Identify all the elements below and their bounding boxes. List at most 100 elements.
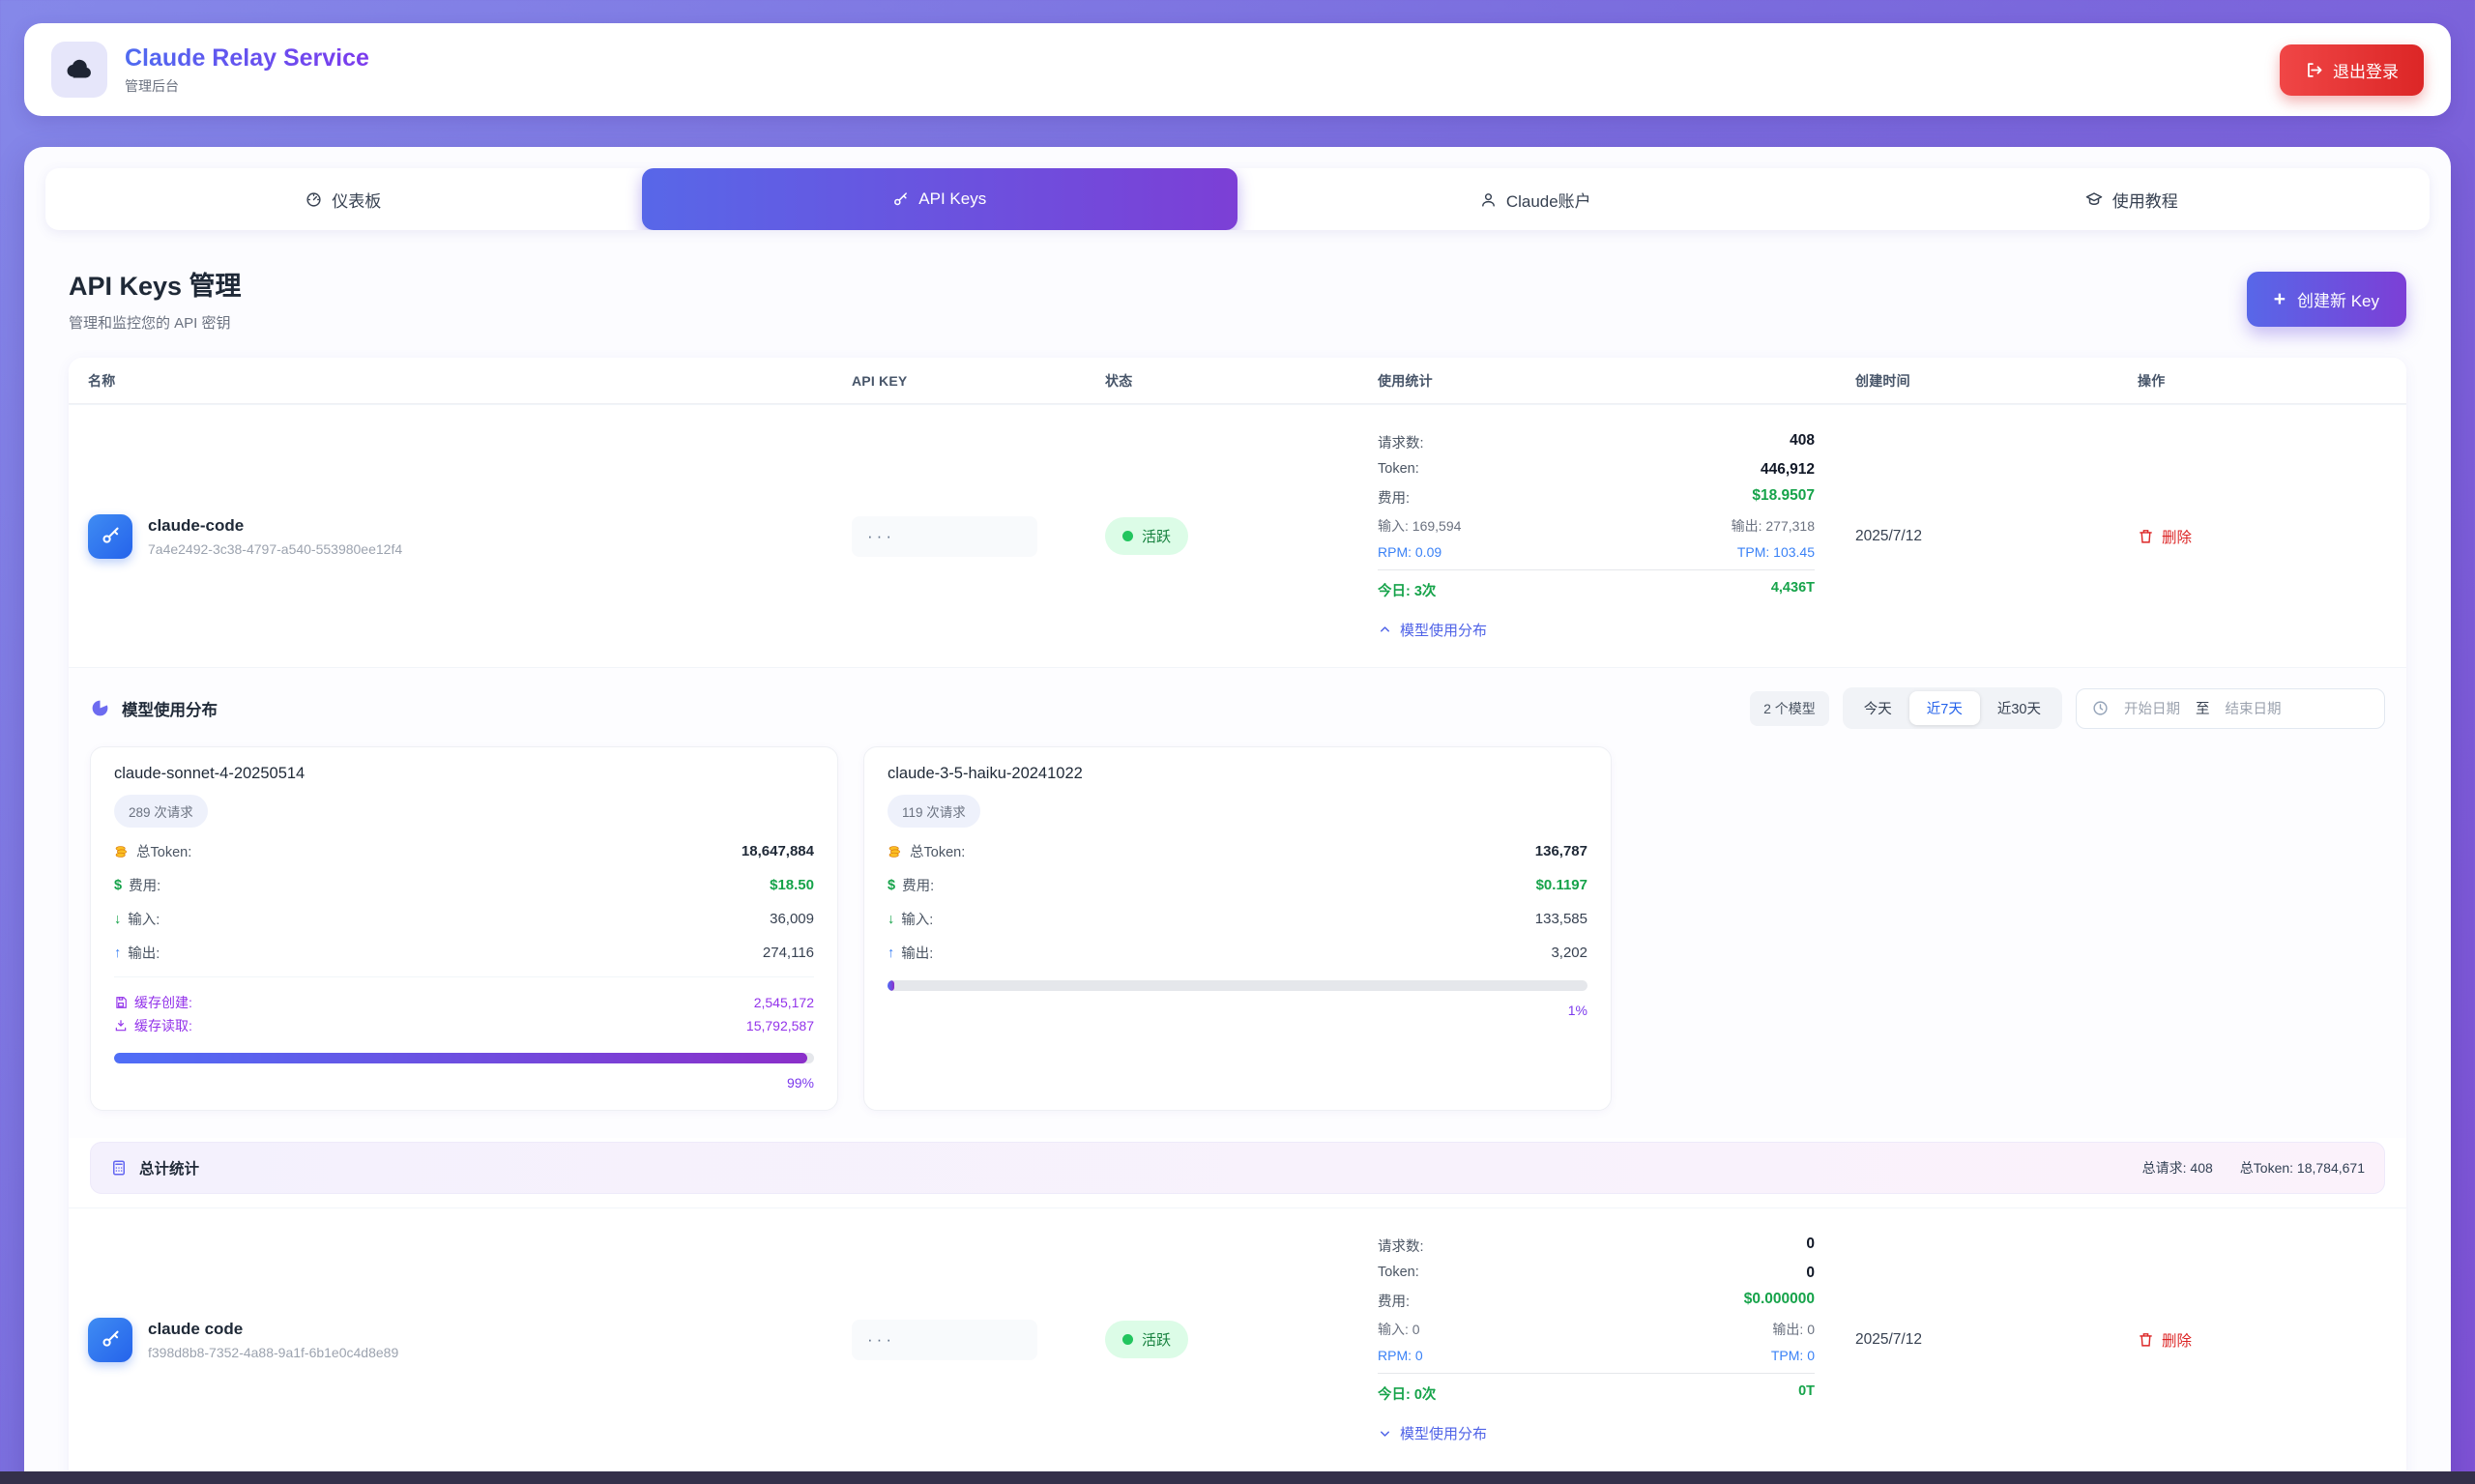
tab-dashboard[interactable]: 仪表板 xyxy=(45,168,642,230)
save-icon xyxy=(114,996,128,1009)
tpm-stat: TPM: 0 xyxy=(1771,1348,1815,1363)
end-date-placeholder[interactable]: 结束日期 xyxy=(2226,698,2282,718)
key-icon xyxy=(101,526,121,546)
filter-today[interactable]: 今天 xyxy=(1847,691,1909,725)
created-date: 2025/7/12 xyxy=(1836,528,2118,545)
logout-button[interactable]: 退出登录 xyxy=(2280,44,2424,96)
arrow-down-icon: ↓ xyxy=(888,912,894,927)
table-row: claude code f398d8b8-7352-4a88-9a1f-6b1e… xyxy=(69,1208,2406,1470)
delete-button[interactable]: 删除 xyxy=(2138,1329,2192,1351)
status-dot xyxy=(1122,1334,1133,1345)
model-distribution-toggle[interactable]: 模型使用分布 xyxy=(1378,620,1815,640)
delete-label: 删除 xyxy=(2162,526,2192,547)
start-date-placeholder[interactable]: 开始日期 xyxy=(2124,698,2180,718)
key-id: 7a4e2492-3c38-4797-a540-553980ee12f4 xyxy=(148,541,402,557)
cache-read-value: 15,792,587 xyxy=(746,1018,814,1033)
create-key-label: 创建新 Key xyxy=(2297,287,2379,311)
rpm-stat: RPM: 0.09 xyxy=(1378,544,1441,560)
input-value: 36,009 xyxy=(770,911,814,927)
status-cell: 活跃 xyxy=(1086,517,1358,555)
model-name: claude-3-5-haiku-20241022 xyxy=(888,765,1587,783)
model-distribution-title: 模型使用分布 xyxy=(122,697,218,720)
app-logo xyxy=(51,42,107,98)
tab-api-keys[interactable]: API Keys xyxy=(642,168,1238,230)
chevron-up-icon xyxy=(1378,623,1392,637)
key-name: claude-code xyxy=(148,516,402,536)
cost-label: 费用: xyxy=(1378,487,1410,508)
actions-cell: 删除 xyxy=(2118,526,2406,547)
arrow-down-icon: ↓ xyxy=(114,912,121,927)
total-token-label: 总Token: xyxy=(136,841,191,861)
table-row: claude-code 7a4e2492-3c38-4797-a540-5539… xyxy=(69,404,2406,667)
coins-icon xyxy=(114,844,130,859)
dollar-icon: $ xyxy=(888,878,895,893)
cost-value: $0.000000 xyxy=(1744,1291,1815,1311)
chevron-down-icon xyxy=(1378,1426,1392,1440)
create-key-button[interactable]: + 创建新 Key xyxy=(2247,272,2406,327)
tab-tutorial[interactable]: 使用教程 xyxy=(1834,168,2431,230)
cost-value: $18.9507 xyxy=(1752,487,1815,508)
model-distribution-label: 模型使用分布 xyxy=(1400,1423,1487,1443)
cache-create-value: 2,545,172 xyxy=(754,995,814,1010)
model-distribution-panel: 模型使用分布 2 个模型 今天 近7天 近30天 开始日期 至 结束日期 xyxy=(69,667,2406,1138)
requests-value: 408 xyxy=(1790,432,1815,452)
col-header-usage: 使用统计 xyxy=(1358,371,1836,391)
key-avatar xyxy=(88,1318,132,1362)
model-name: claude-sonnet-4-20250514 xyxy=(114,765,814,783)
tab-dashboard-label: 仪表板 xyxy=(332,188,381,212)
input-label: 输入: xyxy=(901,909,933,929)
key-avatar xyxy=(88,514,132,559)
tab-claude-account[interactable]: Claude账户 xyxy=(1238,168,1834,230)
trash-icon xyxy=(2138,528,2154,544)
model-card: claude-3-5-haiku-20241022 119 次请求 总Token… xyxy=(863,746,1612,1111)
date-range-picker[interactable]: 开始日期 至 结束日期 xyxy=(2076,688,2385,729)
filter-last30days[interactable]: 近30天 xyxy=(1980,691,2058,725)
delete-button[interactable]: 删除 xyxy=(2138,526,2192,547)
key-name-cell: claude code f398d8b8-7352-4a88-9a1f-6b1e… xyxy=(69,1318,832,1362)
gauge-icon xyxy=(306,191,322,208)
cache-stats: 缓存创建: 2,545,172 缓存读取: 15,792,587 xyxy=(114,976,814,1035)
logout-icon xyxy=(2305,61,2323,79)
cost-value: $0.1197 xyxy=(1536,877,1587,893)
today-tokens-stat: 0T xyxy=(1798,1383,1815,1404)
tpm-stat: TPM: 103.45 xyxy=(1737,544,1815,560)
requests-badge: 119 次请求 xyxy=(888,795,980,828)
masked-api-key[interactable]: ··· xyxy=(852,516,1037,557)
filter-last7days[interactable]: 近7天 xyxy=(1909,691,1980,725)
date-separator: 至 xyxy=(2196,698,2210,718)
date-filter-segmented: 今天 近7天 近30天 xyxy=(1843,687,2062,729)
coins-icon xyxy=(888,844,903,859)
tab-tutorial-label: 使用教程 xyxy=(2112,188,2178,212)
cache-read-label: 缓存读取: xyxy=(134,1016,192,1035)
token-value: 0 xyxy=(1806,1265,1815,1282)
col-header-api-key: API KEY xyxy=(832,373,1086,389)
app-header: Claude Relay Service 管理后台 退出登录 xyxy=(24,23,2451,116)
stats-divider xyxy=(1378,1373,1815,1374)
main-panel: 仪表板 API Keys Claude账户 使用教程 API Keys 管理 管… xyxy=(24,147,2451,1484)
masked-api-key[interactable]: ··· xyxy=(852,1320,1037,1360)
total-tokens: 总Token: 18,784,671 xyxy=(2240,1158,2365,1178)
token-label: Token: xyxy=(1378,1265,1419,1282)
cost-value: $18.50 xyxy=(770,877,814,893)
page-heading: API Keys 管理 管理和监控您的 API 密钥 + 创建新 Key xyxy=(69,265,2406,333)
download-icon xyxy=(114,1019,128,1033)
cost-label: 费用: xyxy=(902,875,934,895)
delete-label: 删除 xyxy=(2162,1329,2192,1351)
tab-api-keys-label: API Keys xyxy=(918,189,986,209)
tab-claude-account-label: Claude账户 xyxy=(1506,188,1591,212)
today-stat: 今日: 0次 xyxy=(1378,1383,1436,1404)
key-name: claude code xyxy=(148,1320,398,1339)
model-card: claude-sonnet-4-20250514 289 次请求 总Token:… xyxy=(90,746,838,1111)
status-label: 活跃 xyxy=(1142,1329,1171,1350)
usage-stats-cell: 请求数:0 Token:0 费用:$0.000000 输入: 0输出: 0 RP… xyxy=(1358,1236,1836,1443)
status-cell: 活跃 xyxy=(1086,1321,1358,1358)
token-value: 446,912 xyxy=(1761,461,1815,479)
created-date: 2025/7/12 xyxy=(1836,1331,2118,1349)
dollar-icon: $ xyxy=(114,878,122,893)
tab-bar: 仪表板 API Keys Claude账户 使用教程 xyxy=(45,168,2430,230)
graduation-cap-icon xyxy=(2085,190,2103,208)
col-header-name: 名称 xyxy=(69,371,832,391)
key-id: f398d8b8-7352-4a88-9a1f-6b1e0c4d8e89 xyxy=(148,1345,398,1360)
model-distribution-toggle[interactable]: 模型使用分布 xyxy=(1378,1423,1815,1443)
rpm-stat: RPM: 0 xyxy=(1378,1348,1423,1363)
